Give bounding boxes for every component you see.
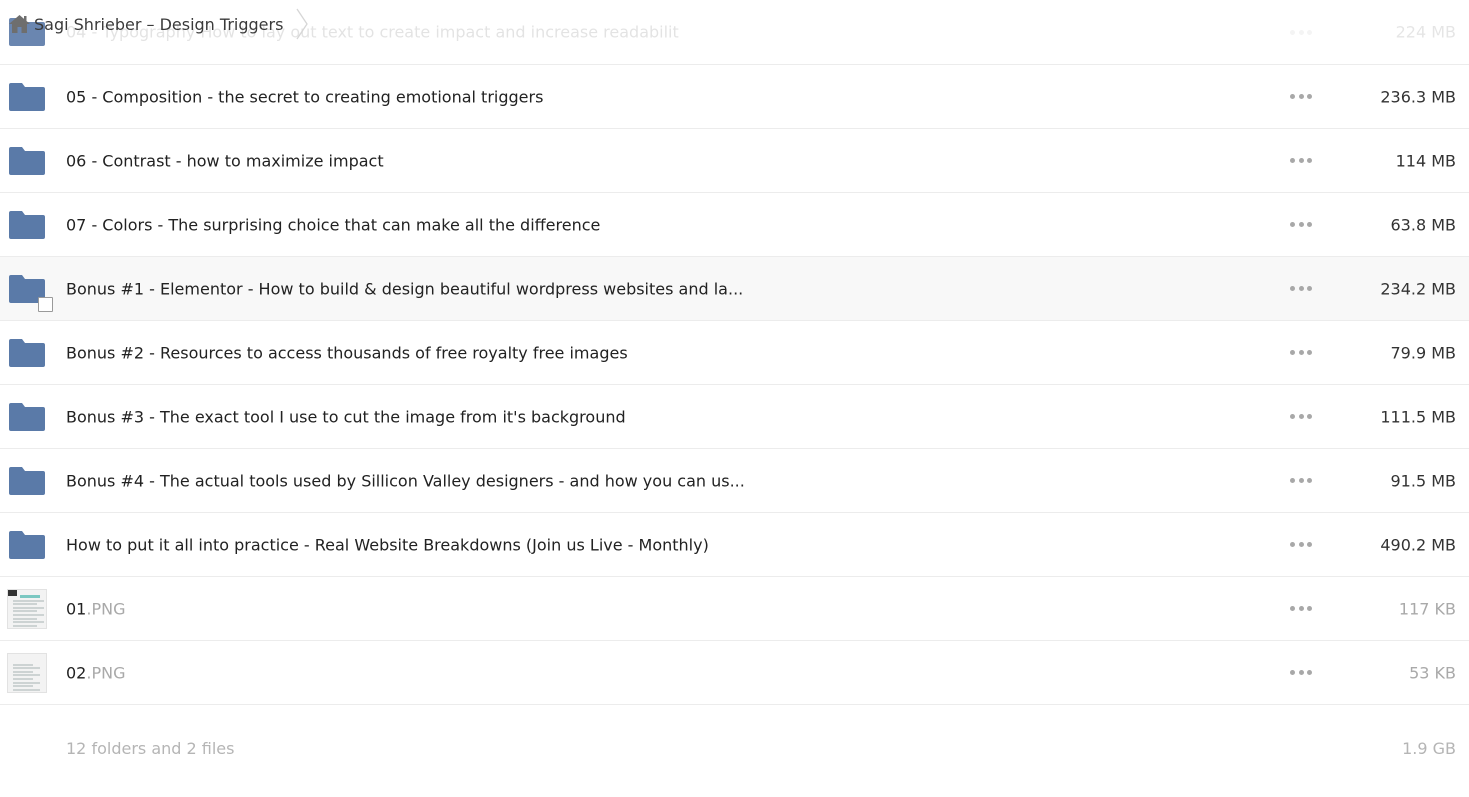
- home-icon[interactable]: [9, 15, 30, 33]
- item-name-base: 02: [66, 663, 87, 682]
- folder-icon: [9, 466, 45, 495]
- item-name-base: 01: [66, 599, 87, 618]
- row-thumbnail: [9, 397, 46, 437]
- more-options-icon[interactable]: [1290, 220, 1312, 230]
- row-thumbnail: [9, 205, 46, 245]
- item-size: 490.2 MB: [1380, 535, 1456, 554]
- item-size: 91.5 MB: [1390, 471, 1457, 490]
- folder-row[interactable]: 07 - Colors - The surprising choice that…: [0, 193, 1469, 257]
- file-row[interactable]: 02.PNG 53 KB: [0, 641, 1469, 705]
- folder-icon: [9, 402, 45, 431]
- more-options-icon[interactable]: [1290, 92, 1312, 102]
- more-options-icon[interactable]: [1290, 476, 1312, 486]
- chevron-right-icon: [296, 8, 309, 40]
- item-size: 111.5 MB: [1380, 407, 1456, 426]
- image-thumbnail: [7, 652, 47, 693]
- item-name[interactable]: 05 - Composition - the secret to creatin…: [66, 87, 543, 106]
- item-size: 114 MB: [1395, 151, 1456, 170]
- folder-row[interactable]: Bonus #4 - The actual tools used by Sill…: [0, 449, 1469, 513]
- item-name[interactable]: 02.PNG: [66, 663, 125, 682]
- row-thumbnail: [7, 588, 47, 629]
- item-extension: .PNG: [86, 663, 126, 682]
- item-name-base: How to put it all into practice - Real W…: [66, 535, 709, 554]
- folder-icon: [9, 210, 45, 239]
- breadcrumb: Sagi Shrieber – Design Triggers: [9, 8, 309, 40]
- more-options-icon[interactable]: [1290, 348, 1312, 358]
- item-size: 79.9 MB: [1390, 343, 1457, 362]
- row-thumbnail: [7, 652, 47, 693]
- folder-row[interactable]: Bonus #1 - Elementor - How to build & de…: [0, 257, 1469, 321]
- item-name[interactable]: 06 - Contrast - how to maximize impact: [66, 151, 384, 170]
- item-size: 236.3 MB: [1380, 87, 1456, 106]
- file-row[interactable]: 01.PNG 117 KB: [0, 577, 1469, 641]
- more-options-icon[interactable]: [1290, 412, 1312, 422]
- item-name[interactable]: Bonus #2 - Resources to access thousands…: [66, 343, 628, 362]
- more-options-icon[interactable]: [1290, 284, 1312, 294]
- item-size: 117 KB: [1398, 599, 1456, 618]
- item-size: 224 MB: [1395, 22, 1456, 42]
- item-size: 53 KB: [1409, 663, 1456, 682]
- folder-icon: [9, 530, 45, 559]
- item-name-base: Bonus #2 - Resources to access thousands…: [66, 343, 628, 362]
- summary-total-size: 1.9 GB: [1402, 739, 1456, 758]
- item-name-base: 07 - Colors - The surprising choice that…: [66, 215, 601, 234]
- folder-row[interactable]: 06 - Contrast - how to maximize impact 11…: [0, 129, 1469, 193]
- row-thumbnail: [9, 77, 46, 117]
- item-name[interactable]: How to put it all into practice - Real W…: [66, 535, 709, 554]
- item-name[interactable]: Bonus #4 - The actual tools used by Sill…: [66, 471, 745, 490]
- item-name[interactable]: 07 - Colors - The surprising choice that…: [66, 215, 600, 234]
- file-list: 04 - Typography How to lay out text to c…: [0, 7, 1469, 705]
- folder-row[interactable]: How to put it all into practice - Real W…: [0, 513, 1469, 577]
- item-name-base: 05 - Composition - the secret to creatin…: [66, 87, 544, 106]
- more-options-icon[interactable]: [1290, 668, 1312, 678]
- folder-row[interactable]: Bonus #3 - The exact tool I use to cut t…: [0, 385, 1469, 449]
- folder-summary: 12 folders and 2 files 1.9 GB: [0, 739, 1469, 761]
- item-name[interactable]: Bonus #3 - The exact tool I use to cut t…: [66, 407, 626, 426]
- row-thumbnail: [9, 461, 46, 501]
- item-name-base: Bonus #1 - Elementor - How to build & de…: [66, 279, 744, 298]
- item-size: 234.2 MB: [1380, 279, 1456, 298]
- summary-count: 12 folders and 2 files: [66, 739, 235, 758]
- select-checkbox[interactable]: [38, 296, 53, 312]
- item-name-base: 06 - Contrast - how to maximize impact: [66, 151, 384, 170]
- folder-row[interactable]: Bonus #2 - Resources to access thousands…: [0, 321, 1469, 385]
- more-options-icon[interactable]: [1290, 156, 1312, 166]
- item-size: 63.8 MB: [1390, 215, 1457, 234]
- folder-icon: [9, 82, 45, 111]
- row-thumbnail: [9, 269, 53, 312]
- item-name-base: Bonus #4 - The actual tools used by Sill…: [66, 471, 745, 490]
- breadcrumb-current-folder[interactable]: Sagi Shrieber – Design Triggers: [34, 15, 283, 34]
- folder-icon: [9, 338, 45, 367]
- more-options-icon[interactable]: [1290, 27, 1312, 37]
- image-thumbnail: [7, 588, 47, 629]
- folder-row[interactable]: 05 - Composition - the secret to creatin…: [0, 65, 1469, 129]
- row-thumbnail: [9, 141, 46, 181]
- more-options-icon[interactable]: [1290, 604, 1312, 614]
- item-name[interactable]: 01.PNG: [66, 599, 125, 618]
- item-name[interactable]: Bonus #1 - Elementor - How to build & de…: [66, 279, 743, 298]
- more-options-icon[interactable]: [1290, 540, 1312, 550]
- row-thumbnail: [9, 525, 46, 565]
- folder-icon: [9, 146, 45, 175]
- item-extension: .PNG: [86, 599, 126, 618]
- item-name-base: Bonus #3 - The exact tool I use to cut t…: [66, 407, 626, 426]
- row-thumbnail: [9, 333, 46, 373]
